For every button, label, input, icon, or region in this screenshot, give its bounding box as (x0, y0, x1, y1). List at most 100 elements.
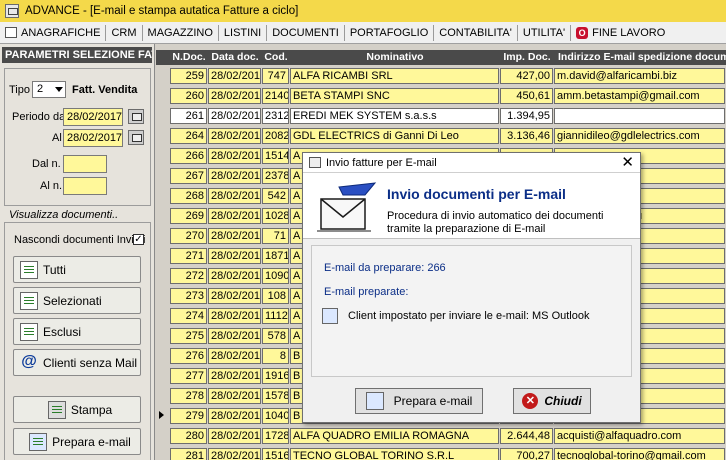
menu-label: LISTINI (223, 26, 262, 39)
cell-data: 28/02/2017 (208, 388, 261, 404)
selezionati-button[interactable]: Selezionati (13, 287, 141, 314)
cell-ndoc: 275 (170, 328, 207, 344)
nascondi-label: Nascondi documenti Inviati (14, 234, 146, 246)
cell-cod: 1728 (262, 428, 289, 444)
cell-cod: 2082 (262, 128, 289, 144)
menu-magazzino[interactable]: MAGAZZINO (143, 24, 219, 41)
client-info: Client impostato per inviare le e-mail: … (348, 310, 590, 322)
list-icon (20, 322, 38, 341)
col-email[interactable]: Indirizzo E-mail spedizione documenti (554, 50, 726, 65)
al-n-input[interactable] (63, 177, 107, 195)
cell-cod: 1578 (262, 388, 289, 404)
cell-data: 28/02/2017 (208, 368, 261, 384)
cell-cod: 1112 (262, 308, 289, 324)
email-preparate: E-mail preparate: (324, 286, 409, 298)
cell-imp: 427,00 (500, 68, 553, 84)
cell-data: 28/02/2017 (208, 348, 261, 364)
email-client-icon (322, 308, 338, 324)
cell-data: 28/02/2017 (208, 188, 261, 204)
cell-ndoc: 266 (170, 148, 207, 164)
cell-nome: TECNO GLOBAL TORINO S.R.L (290, 448, 499, 460)
menu-label: UTILITA' (522, 26, 566, 39)
col-data[interactable]: Data doc. (208, 50, 262, 65)
app-icon (5, 4, 19, 18)
cell-data: 28/02/2017 (208, 288, 261, 304)
cell-ndoc: 274 (170, 308, 207, 324)
menu-fine-lavoro[interactable]: O FINE LAVORO (571, 25, 670, 41)
dal-n-input[interactable] (63, 155, 107, 173)
stampa-button[interactable]: Stampa (13, 396, 141, 423)
col-cod[interactable]: Cod. (262, 50, 290, 65)
cell-data: 28/02/2017 (208, 108, 261, 124)
email-da-preparare: E-mail da preparare: 266 (324, 262, 446, 274)
dialog-title-bar: Invio fatture per E-mail ✕ (303, 153, 640, 173)
prepara-email-left-button[interactable]: Prepara e-mail (13, 428, 141, 455)
menu-label: FINE LAVORO (592, 26, 666, 39)
cell-email: acquisti@alfaquadro.com (554, 428, 725, 444)
periodo-al-input[interactable]: 28/02/2017 (63, 129, 123, 147)
cell-imp: 3.136,46 (500, 128, 553, 144)
menu-utilita[interactable]: UTILITA' (518, 24, 572, 41)
esclusi-button[interactable]: Esclusi (13, 318, 141, 345)
menu-label: CONTABILITA' (439, 26, 512, 39)
cell-ndoc: 280 (170, 428, 207, 444)
cell-nome: EREDI MEK SYSTEM s.a.s.s (290, 108, 499, 124)
cell-data: 28/02/2017 (208, 148, 261, 164)
tutti-button[interactable]: Tutti (13, 256, 141, 283)
cell-ndoc: 261 (170, 108, 207, 124)
cell-data: 28/02/2017 (208, 448, 261, 460)
periodo-dal-input[interactable]: 28/02/2017 (63, 108, 123, 126)
cell-cod: 542 (262, 188, 289, 204)
cell-cod: 71 (262, 228, 289, 244)
cell-ndoc: 264 (170, 128, 207, 144)
list-check-icon (20, 291, 38, 310)
cell-email: amm.betastampi@gmail.com (554, 88, 725, 104)
cell-cod: 1516 (262, 448, 289, 460)
menu-label: MAGAZZINO (147, 26, 213, 39)
cell-ndoc: 273 (170, 288, 207, 304)
calendar-icon[interactable] (128, 130, 144, 145)
al-n-label: Al n. (40, 180, 63, 192)
cell-cod: 1090 (262, 268, 289, 284)
table-row[interactable]: 261 28/02/2017 2312 EREDI MEK SYSTEM s.a.s.… (156, 106, 726, 126)
table-row[interactable]: 259 28/02/2017 747 ALFA RICAMBI SRL 427,00 m.… (156, 66, 726, 86)
table-row[interactable]: 260 28/02/2017 2140 BETA STAMPI SNC 450,61 am… (156, 86, 726, 106)
panel-header: PARAMETRI SELEZIONE FATTURE (2, 47, 152, 63)
cell-ndoc: 277 (170, 368, 207, 384)
clienti-senza-mail-button[interactable]: @ Clienti senza Mail (13, 349, 141, 376)
menu-bar: ANAGRAFICHE CRM MAGAZZINO LISTINI DOCUME… (0, 22, 726, 44)
col-ndoc[interactable]: N.Doc. (170, 50, 208, 65)
periodo-dal-label: Periodo dal (12, 111, 68, 123)
col-nominativo[interactable]: Nominativo (290, 50, 500, 65)
menu-documenti[interactable]: DOCUMENTI (267, 24, 345, 41)
table-row[interactable]: 281 28/02/2017 1516 TECNO GLOBAL TORINO S.R… (156, 446, 726, 460)
cell-cod: 8 (262, 348, 289, 364)
col-imp[interactable]: Imp. Doc. (500, 50, 554, 65)
al-label: Al (52, 132, 62, 144)
cell-data: 28/02/2017 (208, 428, 261, 444)
cell-data: 28/02/2017 (208, 308, 261, 324)
table-row[interactable]: 264 28/02/2017 2082 GDL ELECTRICS di Ganni … (156, 126, 726, 146)
table-row[interactable]: 280 28/02/2017 1728 ALFA QUADRO EMILIA ROMA… (156, 426, 726, 446)
cell-data: 28/02/2017 (208, 128, 261, 144)
menu-crm[interactable]: CRM (106, 24, 143, 41)
nascondi-checkbox[interactable]: ✓ (133, 234, 144, 245)
selezionati-label: Selezionati (43, 293, 102, 308)
prepara-email-button[interactable]: Prepara e-mail (355, 388, 483, 414)
cell-data: 28/02/2017 (208, 268, 261, 284)
prepara-label: Prepara e-mail (52, 434, 131, 449)
cell-ndoc: 260 (170, 88, 207, 104)
cell-cod: 1028 (262, 208, 289, 224)
menu-portafoglio[interactable]: PORTAFOGLIO (345, 24, 435, 41)
menu-listini[interactable]: LISTINI (219, 24, 268, 41)
close-icon[interactable]: ✕ (621, 155, 634, 170)
menu-contabilita[interactable]: CONTABILITA' (434, 24, 518, 41)
list-check-icon (20, 260, 38, 279)
menu-anagrafiche[interactable]: ANAGRAFICHE (0, 24, 107, 41)
tipo-select[interactable]: 2 (32, 81, 66, 98)
calendar-icon[interactable] (128, 109, 144, 124)
chiudi-button[interactable]: ✕ Chiudi (513, 388, 591, 414)
menu-label: CRM (111, 26, 137, 39)
dialog-heading: Invio documenti per E-mail (387, 186, 566, 202)
cell-ndoc: 276 (170, 348, 207, 364)
